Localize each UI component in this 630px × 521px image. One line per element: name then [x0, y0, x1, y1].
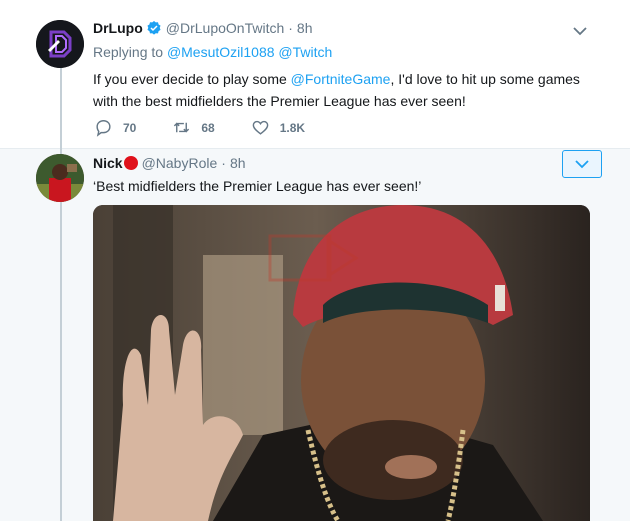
tweet1-menu-button[interactable] — [568, 20, 592, 42]
chevron-down-icon — [573, 26, 587, 35]
mention-fortnitegame[interactable]: @FortniteGame — [291, 71, 391, 87]
mention-twitch[interactable]: @Twitch — [278, 44, 332, 60]
like-button[interactable]: 1.8K — [251, 118, 305, 137]
reply-button[interactable]: 70 — [94, 118, 136, 137]
display-name[interactable]: DrLupo — [93, 20, 143, 36]
separator: · — [288, 20, 293, 36]
chevron-down-icon — [575, 159, 589, 168]
tweet2-text: ‘Best midfielders the Premier League has… — [93, 178, 422, 194]
tweet2-menu-button[interactable] — [562, 150, 602, 178]
handle[interactable]: @NabyRole — [142, 155, 218, 171]
tweet1-text: If you ever decide to play some @Fortnit… — [93, 68, 593, 112]
avatar-drlupo[interactable] — [36, 20, 84, 68]
like-icon — [252, 120, 269, 135]
like-count: 1.8K — [279, 120, 306, 135]
retweet-button[interactable]: 68 — [172, 118, 215, 137]
reply-icon — [96, 120, 111, 137]
replying-to: Replying to @MesutOzil1088 @Twitch — [93, 44, 332, 60]
avatar-photo — [36, 154, 84, 202]
red-circle-icon — [123, 156, 138, 170]
reply-count: 70 — [123, 120, 137, 135]
watermark-logo — [268, 234, 359, 282]
separator: · — [221, 155, 226, 171]
tweet1-header: DrLupo @DrLupoOnTwitch · 8h — [93, 20, 313, 36]
tweet1-actions: 70 68 1.8K — [94, 118, 341, 137]
thread-line — [60, 68, 62, 521]
timestamp[interactable]: 8h — [230, 155, 246, 171]
display-name[interactable]: Nick — [93, 155, 123, 171]
tweet2-header: Nick @NabyRole · 8h — [93, 155, 246, 171]
tweet-text-part: If you ever decide to play some — [93, 71, 291, 87]
avatar-nick[interactable] — [36, 154, 84, 202]
retweet-icon — [174, 122, 190, 133]
drlupo-logo — [36, 20, 84, 68]
replying-label: Replying to — [93, 44, 164, 60]
timestamp[interactable]: 8h — [297, 20, 313, 36]
verified-badge-icon — [147, 21, 161, 35]
retweet-count: 68 — [201, 120, 215, 135]
handle[interactable]: @DrLupoOnTwitch — [166, 20, 284, 36]
mention-mesutozil[interactable]: @MesutOzil1088 — [167, 44, 275, 60]
